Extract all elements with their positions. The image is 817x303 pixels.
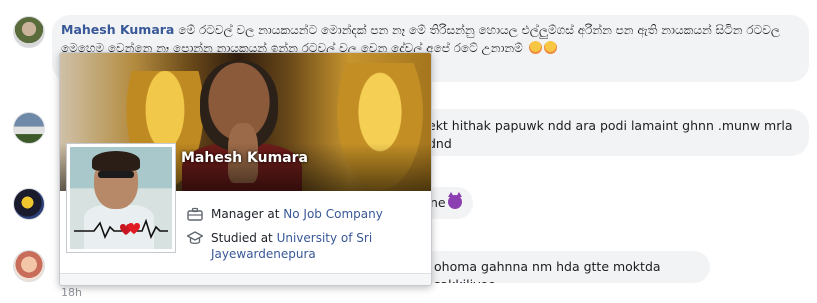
comment-text: ne xyxy=(430,195,446,210)
profile-hovercard: Mahesh Kumara Manager at No Job Company … xyxy=(59,52,432,286)
hovercard-footer xyxy=(60,273,431,285)
comment-text: ohoma gahnna nm hda gtte moktda sakkiliy… xyxy=(434,259,661,283)
comment-text: ekt hithak papuwk ndd ara podi lamaint g… xyxy=(428,118,793,151)
graduation-cap-icon xyxy=(187,231,203,244)
comment-bubble: ekt hithak papuwk ndd ara podi lamaint g… xyxy=(418,109,809,156)
work-prefix: Manager at xyxy=(211,207,284,221)
education-info: Studied at University of Sri Jayewardene… xyxy=(187,230,417,262)
devil-emoji xyxy=(447,192,462,209)
briefcase-icon xyxy=(187,207,203,221)
comment-bubble: ohoma gahnna nm hda gtte moktda sakkiliy… xyxy=(418,251,710,283)
angry-emoji xyxy=(528,41,542,54)
heartbeat-hearts-graphic xyxy=(74,218,168,239)
commenter-avatar[interactable] xyxy=(13,112,45,144)
commenter-avatar[interactable] xyxy=(13,188,45,220)
profile-photo-hair xyxy=(92,151,140,171)
comment-author-link[interactable]: Mahesh Kumara xyxy=(61,22,174,37)
commenter-avatar[interactable] xyxy=(13,250,45,282)
study-prefix: Studied at xyxy=(211,231,277,245)
workplace-link[interactable]: No Job Company xyxy=(283,207,383,221)
comment-timestamp[interactable]: 18h xyxy=(61,286,82,299)
profile-picture[interactable] xyxy=(67,144,175,252)
profile-name-link[interactable]: Mahesh Kumara xyxy=(181,150,308,166)
comment-thread: Mahesh Kumara මේ රටවල් වල නායකයන්ට මොන්දක… xyxy=(0,0,817,303)
commenter-avatar[interactable] xyxy=(13,16,45,48)
work-info: Manager at No Job Company xyxy=(187,206,417,222)
sunglasses xyxy=(98,171,134,178)
angry-emoji xyxy=(543,41,557,54)
